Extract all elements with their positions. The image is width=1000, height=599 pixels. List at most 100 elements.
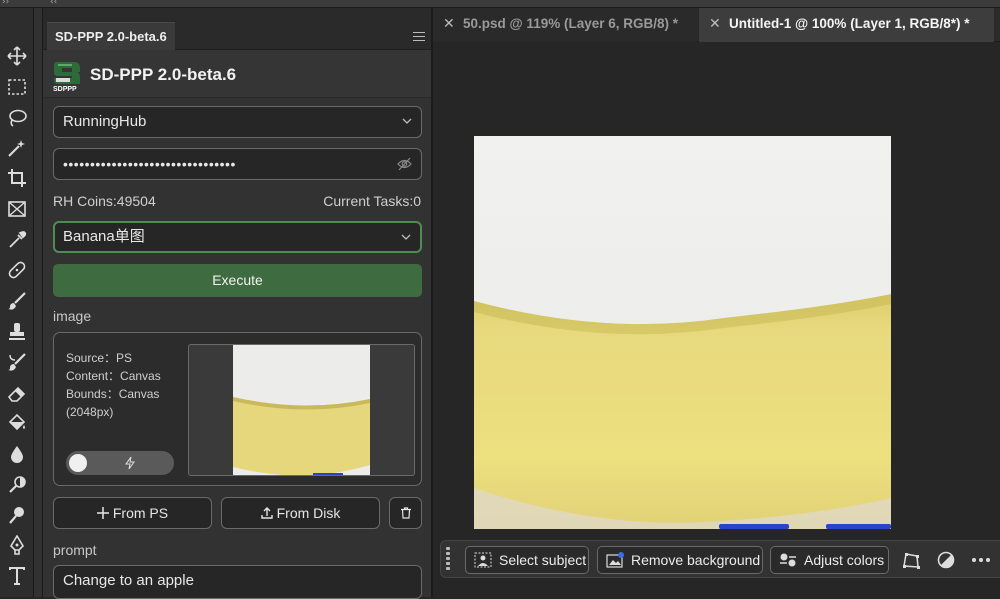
select-subject-label: Select subject: [499, 552, 587, 568]
panel-title: SD-PPP 2.0-beta.6: [90, 65, 237, 84]
eraser-tool[interactable]: [4, 380, 30, 406]
paint-bucket-tool[interactable]: [4, 410, 30, 436]
remove-background-button[interactable]: Remove background: [597, 546, 763, 574]
sponge-icon: [9, 507, 24, 524]
canvas-workspace[interactable]: [433, 42, 1000, 597]
brush-tool[interactable]: [4, 288, 30, 314]
type-icon: [9, 567, 25, 585]
image-source-text: Source：PS: [66, 351, 133, 365]
chevron-down-icon: [402, 118, 412, 124]
prompt-input[interactable]: Change to an apple: [53, 565, 422, 599]
plus-icon: [96, 507, 109, 519]
current-tasks-text: Current Tasks:0: [323, 193, 421, 209]
api-key-field[interactable]: ••••••••••••••••••••••••••••••••: [53, 148, 422, 180]
realtime-toggle[interactable]: [66, 451, 174, 475]
close-icon[interactable]: ✕: [443, 8, 455, 39]
marquee-icon: [8, 79, 26, 95]
image-content-text: Content：Canvas: [66, 369, 161, 383]
contextual-task-bar: Select subject Remove background Adjust …: [440, 540, 1000, 578]
image-input-card: Source：PS Content：Canvas Bounds：Canvas (…: [53, 332, 422, 486]
lasso-tool[interactable]: [4, 105, 30, 131]
close-icon[interactable]: ✕: [709, 8, 721, 39]
blur-icon: [11, 446, 23, 463]
document-canvas[interactable]: [474, 136, 891, 529]
panel-dock-strip: [34, 8, 43, 597]
panel-tab-bar: SD-PPP 2.0-beta.6: [43, 8, 431, 50]
remove-background-icon: [606, 552, 624, 568]
eyedropper-tool[interactable]: [4, 227, 30, 253]
history-brush-tool[interactable]: [4, 349, 30, 375]
from-disk-button[interactable]: From Disk: [221, 497, 380, 529]
dodge-tool[interactable]: [4, 472, 30, 498]
from-ps-button[interactable]: From PS: [53, 497, 212, 529]
healing-brush-icon: [8, 261, 26, 279]
tab-label: Untitled-1 @ 100% (Layer 1, RGB/8*) *: [729, 16, 970, 31]
adjust-colors-label: Adjust colors: [804, 552, 885, 568]
tab-50-psd[interactable]: ✕ 50.psd @ 119% (Layer 6, RGB/8) *: [433, 8, 697, 42]
from-ps-label: From PS: [112, 505, 169, 521]
lightning-icon: [125, 456, 135, 470]
clone-stamp-icon: [9, 323, 25, 340]
image-size-text: (2048px): [66, 405, 114, 419]
adjust-colors-button[interactable]: Adjust colors: [770, 546, 889, 574]
image-preview[interactable]: [188, 344, 415, 476]
magic-wand-tool[interactable]: [4, 135, 30, 161]
workflow-select[interactable]: Banana单图: [53, 221, 422, 253]
document-tabs: ✕ 50.psd @ 119% (Layer 6, RGB/8) * ✕ Unt…: [433, 8, 1000, 42]
frame-icon: [8, 201, 26, 217]
collapse-toolbar-icon[interactable]: ››: [2, 0, 9, 7]
frame-tool[interactable]: [4, 196, 30, 222]
provider-select[interactable]: RunningHub: [53, 106, 422, 138]
lasso-icon: [9, 109, 27, 127]
pen-icon: [9, 535, 25, 555]
history-brush-icon: [8, 353, 26, 371]
image-meta: Source：PS Content：Canvas Bounds：Canvas (…: [66, 349, 161, 421]
workflow-select-value: Banana单图: [63, 228, 145, 245]
marquee-tool[interactable]: [4, 74, 30, 100]
dodge-icon: [9, 476, 26, 493]
crop-tool[interactable]: [4, 165, 30, 191]
tab-label: 50.psd @ 119% (Layer 6, RGB/8) *: [463, 16, 679, 31]
sponge-tool[interactable]: [4, 502, 30, 528]
tab-untitled-1[interactable]: ✕ Untitled-1 @ 100% (Layer 1, RGB/8*) *: [699, 8, 994, 42]
adjust-colors-icon: [780, 553, 796, 567]
toggle-knob: [69, 454, 87, 472]
image-bounds-text: Bounds：Canvas: [66, 387, 160, 401]
provider-select-value: RunningHub: [63, 113, 147, 130]
transform-icon[interactable]: [901, 550, 921, 570]
from-disk-label: From Disk: [276, 505, 341, 521]
prompt-section-label: prompt: [53, 542, 97, 558]
type-tool[interactable]: [4, 563, 30, 589]
panel-tab[interactable]: SD-PPP 2.0-beta.6: [47, 22, 175, 50]
sdppp-panel: SD-PPP 2.0-beta.6 SDPPP SD-PPP 2.0-beta.…: [43, 8, 433, 599]
preview-thumbnail: [233, 345, 370, 475]
brush-icon: [8, 292, 26, 310]
remove-background-label: Remove background: [631, 552, 761, 568]
collapse-panels-icon[interactable]: ‹‹: [50, 0, 57, 7]
eye-off-icon[interactable]: [397, 157, 412, 171]
eyedropper-icon: [9, 231, 27, 248]
move-icon: [7, 46, 27, 66]
upload-icon: [260, 507, 273, 519]
delete-image-button[interactable]: [389, 497, 422, 529]
clone-stamp-tool[interactable]: [4, 319, 30, 345]
banana-image: [474, 136, 891, 529]
paint-bucket-icon: [8, 413, 26, 431]
panel-menu-icon[interactable]: [413, 32, 425, 42]
trash-icon: [400, 507, 411, 519]
top-strip: ›› ‹‹: [0, 0, 1000, 8]
select-subject-button[interactable]: Select subject: [465, 546, 589, 574]
more-options-icon[interactable]: [971, 550, 991, 570]
magic-wand-icon: [8, 140, 25, 157]
blur-tool[interactable]: [4, 441, 30, 467]
pen-tool[interactable]: [4, 532, 30, 558]
move-tool[interactable]: [4, 43, 30, 69]
adjustment-layer-icon[interactable]: [936, 550, 956, 570]
execute-button[interactable]: Execute: [53, 264, 422, 297]
select-subject-icon: [474, 552, 492, 568]
logo-text: SDPPP: [53, 86, 77, 93]
healing-brush-tool[interactable]: [4, 257, 30, 283]
chevron-down-icon: [401, 234, 411, 240]
drag-handle-icon[interactable]: [446, 547, 450, 573]
panel-header: SDPPP SD-PPP 2.0-beta.6: [43, 50, 431, 98]
